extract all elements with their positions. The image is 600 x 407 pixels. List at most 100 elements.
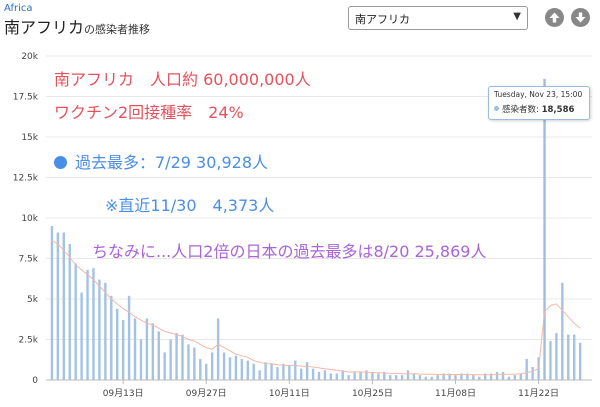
bar xyxy=(151,323,155,380)
bar xyxy=(187,344,190,380)
y-tick-label: 20k xyxy=(21,52,38,62)
bar xyxy=(406,370,410,380)
bar xyxy=(543,78,546,380)
bar xyxy=(377,373,380,380)
bar xyxy=(501,371,505,380)
bar xyxy=(246,360,249,380)
bar xyxy=(56,232,60,380)
x-tick-label: 09月27日 xyxy=(186,388,227,399)
bar xyxy=(92,268,95,380)
tooltip-date: Tuesday, Nov 23, 15:00 xyxy=(494,90,583,99)
x-tick-label: 11月22日 xyxy=(518,388,559,399)
bar xyxy=(80,292,83,380)
bar xyxy=(341,370,344,380)
bar xyxy=(454,375,457,380)
bar xyxy=(169,339,172,380)
y-tick-label: 12.5k xyxy=(13,174,39,184)
bar xyxy=(121,320,125,380)
bar xyxy=(394,375,398,380)
bar xyxy=(353,371,356,380)
bar xyxy=(252,363,255,380)
bar xyxy=(139,339,143,380)
bar xyxy=(74,263,77,380)
bar xyxy=(335,373,339,380)
bar xyxy=(222,352,226,380)
bar xyxy=(210,352,214,380)
bar xyxy=(199,358,202,380)
bar xyxy=(104,282,107,380)
bar xyxy=(555,333,558,380)
bar xyxy=(519,373,522,380)
x-axis: 09月13日 09月27日 10月11日 10月25日 11月08日 11月22日 xyxy=(46,379,592,399)
cases-chart: 02.5k5k7.5k10k12.5k15k17.5k20k 09月13日 09月… xyxy=(13,52,592,399)
tooltip-row: 感染者数: 18,586 xyxy=(494,103,574,115)
bar xyxy=(240,358,244,380)
bar xyxy=(359,371,362,380)
bar xyxy=(133,318,137,380)
bar xyxy=(371,371,374,380)
bar xyxy=(175,333,178,380)
bar xyxy=(567,334,570,380)
bar xyxy=(116,308,119,380)
tooltip-dot-icon xyxy=(494,106,499,111)
bar xyxy=(270,363,273,380)
bar xyxy=(561,282,564,380)
bar xyxy=(193,347,196,380)
bar xyxy=(282,363,285,380)
annotation-vaccination: ワクチン2回接種率 24% xyxy=(54,103,244,122)
bar xyxy=(157,331,160,380)
bar xyxy=(472,375,475,380)
bar xyxy=(294,360,297,380)
bar xyxy=(216,318,220,380)
y-tick-label: 5k xyxy=(27,295,39,305)
bar xyxy=(288,365,291,380)
x-tick-label: 10月25日 xyxy=(352,388,393,399)
bar xyxy=(317,371,321,380)
annotation-japan: ちなみに...人口2倍の日本の過去最多は8/20 25,869人 xyxy=(92,242,487,261)
bar xyxy=(329,373,333,380)
bar xyxy=(205,363,208,380)
bar xyxy=(163,352,166,380)
annotation-population: 南アフリカ 人口約 60,000,000人 xyxy=(54,70,311,89)
y-tick-label: 10k xyxy=(21,214,38,224)
bullet-dot-icon xyxy=(54,156,67,169)
bar xyxy=(62,232,66,380)
bar xyxy=(412,373,416,380)
bar xyxy=(276,367,279,380)
bar xyxy=(311,368,315,380)
bar xyxy=(299,368,303,380)
y-tick-label: 15k xyxy=(21,133,38,143)
bar xyxy=(264,362,267,380)
y-tick-label: 7.5k xyxy=(18,255,38,265)
bar xyxy=(145,318,149,380)
bar xyxy=(110,295,113,380)
bar xyxy=(549,341,552,380)
y-axis: 0 2.5k 5k 7.5k 10k 12.5k 15k 17.5k 20k xyxy=(13,52,39,386)
bar xyxy=(347,375,350,380)
bar xyxy=(98,279,101,380)
bar xyxy=(228,357,232,380)
bars xyxy=(50,78,582,380)
bar xyxy=(525,358,528,380)
bar xyxy=(323,370,327,380)
bar xyxy=(234,355,238,380)
bar xyxy=(513,375,517,380)
bar xyxy=(418,375,422,380)
annotation-recent: ※直近11/30 4,373人 xyxy=(105,196,275,215)
bar xyxy=(68,243,71,380)
x-tick-label: 09月13日 xyxy=(103,388,144,399)
bar xyxy=(127,295,131,380)
y-tick-label: 17.5k xyxy=(13,93,39,103)
bar xyxy=(50,226,54,380)
x-tick-label: 11月08日 xyxy=(435,388,476,399)
y-tick-label: 2.5k xyxy=(18,336,38,346)
bar xyxy=(531,367,534,380)
tooltip-label: 感染者数 xyxy=(502,105,537,115)
bar xyxy=(400,375,404,380)
bar xyxy=(572,334,576,380)
x-tick-label: 10月11日 xyxy=(269,388,310,399)
tooltip-value: 18,586 xyxy=(541,105,575,115)
bar xyxy=(86,269,89,380)
chart-tooltip: Tuesday, Nov 23, 15:00 感染者数: 18,586 xyxy=(488,86,590,120)
annotation-record-text: 過去最多：7/29 30,928人 xyxy=(75,153,269,172)
